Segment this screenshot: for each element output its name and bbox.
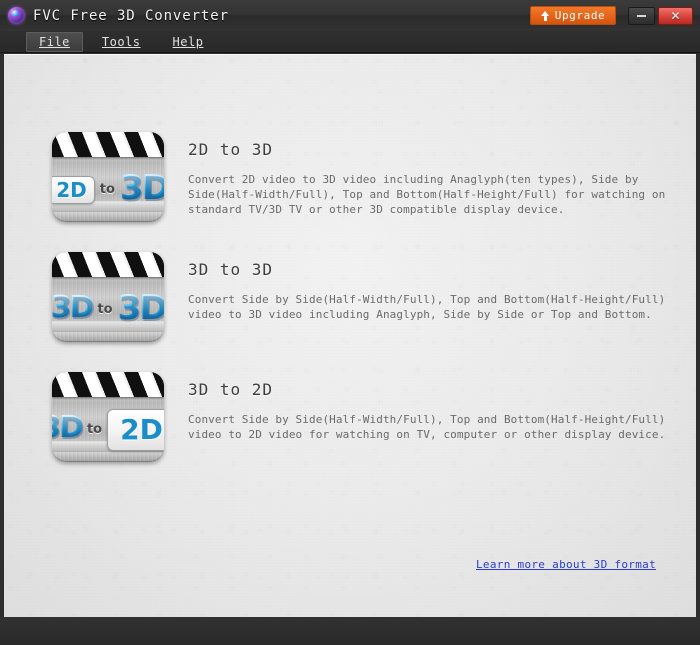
close-icon: ✕ — [670, 8, 681, 23]
icon-right-label: 3D — [117, 287, 164, 328]
clapperboard-3d-to-3d-icon: 3D to 3D — [52, 252, 164, 342]
feature-description: Convert Side by Side(Half-Width/Full), T… — [188, 413, 666, 441]
app-window: FVC Free 3D Converter Upgrade ✕ File Too… — [0, 0, 700, 645]
feature-text: 3D to 3D Convert Side by Side(Half-Width… — [188, 252, 668, 322]
feature-item-3d-to-2d[interactable]: 3D to 2D 3D to 2D Convert Side by Side(H… — [4, 372, 696, 462]
minimize-icon — [637, 14, 646, 17]
menu-item-tools-label: Tools — [101, 34, 141, 49]
icon-left-label: 3D — [52, 412, 84, 447]
feature-description: Convert 2D video to 3D video including A… — [188, 173, 666, 216]
feature-text: 2D to 3D Convert 2D video to 3D video in… — [188, 132, 668, 217]
minimize-button[interactable] — [628, 6, 655, 25]
icon-middle-label: to — [99, 182, 115, 197]
icon-left-label: 2D — [52, 175, 95, 204]
clapper-stripes — [52, 252, 164, 277]
clapper-stripes — [52, 372, 164, 397]
feature-description: Convert Side by Side(Half-Width/Full), T… — [188, 293, 666, 321]
window-footer — [0, 617, 700, 645]
icon-middle-label: to — [86, 422, 103, 437]
icon-left-label: 3D — [52, 289, 94, 325]
icon-right-label: 3D — [120, 171, 164, 209]
window-controls: ✕ — [628, 6, 693, 25]
feature-title: 3D to 2D — [188, 380, 274, 399]
learn-more-link[interactable]: Learn more about 3D format — [476, 558, 656, 571]
upgrade-button-label: Upgrade — [554, 9, 606, 22]
clapperboard-2d-to-3d-icon: 2D to 3D — [52, 132, 164, 222]
feature-title: 2D to 3D — [188, 140, 274, 159]
menu-item-file-label: File — [39, 34, 70, 49]
clapper-body: 3D to 2D — [52, 397, 164, 462]
menu-item-help[interactable]: Help — [160, 32, 217, 52]
menu-bar: File Tools Help — [0, 31, 700, 53]
icon-middle-label: to — [97, 302, 113, 317]
upgrade-button[interactable]: Upgrade — [530, 6, 616, 25]
up-arrow-icon — [540, 10, 550, 21]
feature-item-3d-to-3d[interactable]: 3D to 3D 3D to 3D Convert Side by Side(H… — [4, 252, 696, 342]
app-logo-icon — [8, 7, 25, 24]
learn-more-container: Learn more about 3D format — [476, 553, 656, 572]
menu-item-tools[interactable]: Tools — [89, 32, 154, 52]
menu-item-file[interactable]: File — [26, 31, 83, 52]
icon-right-label: 2D — [107, 408, 164, 451]
clapper-body: 2D to 3D — [52, 157, 164, 222]
feature-text: 3D to 2D Convert Side by Side(Half-Width… — [188, 372, 668, 442]
clapper-stripes — [52, 132, 164, 157]
menu-item-help-label: Help — [172, 34, 204, 49]
feature-item-2d-to-3d[interactable]: 2D to 3D 2D to 3D Convert 2D video to 3D… — [4, 132, 696, 222]
content-area: 2D to 3D 2D to 3D Convert 2D video to 3D… — [4, 54, 696, 617]
clapperboard-3d-to-2d-icon: 3D to 2D — [52, 372, 164, 462]
window-title: FVC Free 3D Converter — [33, 7, 229, 24]
title-bar: FVC Free 3D Converter Upgrade ✕ — [0, 0, 700, 32]
feature-title: 3D to 3D — [188, 260, 274, 279]
clapper-body: 3D to 3D — [52, 277, 164, 342]
close-button[interactable]: ✕ — [658, 6, 693, 25]
feature-list: 2D to 3D 2D to 3D Convert 2D video to 3D… — [4, 54, 696, 462]
